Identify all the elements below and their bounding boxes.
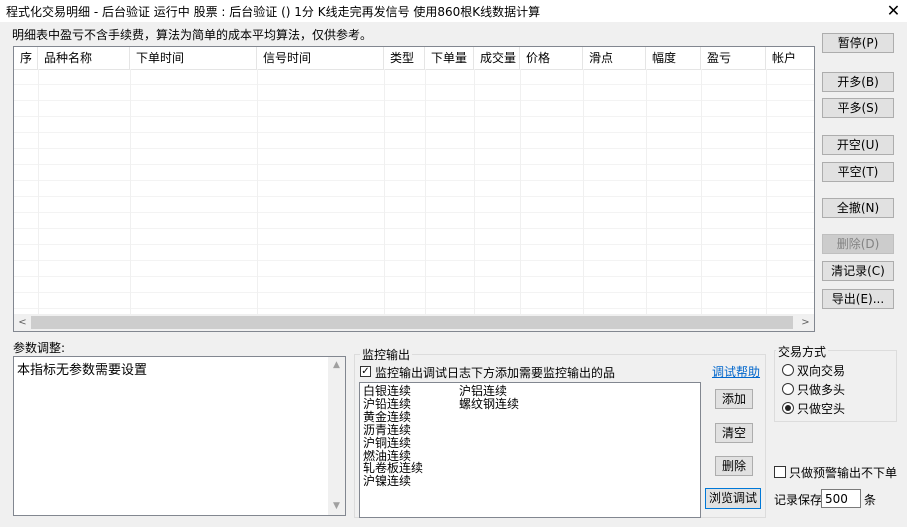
disclaimer-note: 明细表中盈亏不含手续费，算法为简单的成本平均算法，仅供参考。: [12, 28, 373, 42]
symbol-list-column-2: 沪铝连续 螺纹钢连续: [459, 385, 519, 411]
column-header-type[interactable]: 类型: [384, 47, 425, 69]
pause-button[interactable]: 暂停(P): [822, 33, 894, 53]
title-bar: 程式化交易明细 - 后台验证 运行中 股票 : 后台验证 () 1分 K线走完再…: [0, 0, 907, 22]
table-horizontal-scrollbar[interactable]: < >: [14, 314, 814, 331]
radio-short-only-label[interactable]: 只做空头: [797, 400, 845, 417]
alert-only-checkbox[interactable]: [774, 466, 786, 478]
column-divider: [701, 69, 702, 317]
monitor-debug-checkbox-label[interactable]: 监控输出调试日志下方添加需要监控输出的品: [375, 364, 615, 381]
scroll-up-icon[interactable]: ▲: [328, 357, 345, 374]
column-divider: [646, 69, 647, 317]
column-divider: [583, 69, 584, 317]
monitor-output-label: 监控输出: [360, 346, 413, 363]
clear-records-button[interactable]: 清记录(C): [822, 261, 894, 281]
table-header: 序 品种名称 下单时间 信号时间 类型 下单量 成交量 价格 滑点 幅度 盈亏 …: [14, 47, 814, 70]
list-item[interactable]: 沪铝连续: [459, 385, 519, 398]
column-divider: [766, 69, 767, 317]
scrollbar-thumb[interactable]: [31, 316, 793, 329]
radio-short-only[interactable]: [782, 402, 794, 414]
list-item[interactable]: 白银连续: [363, 385, 423, 398]
monitor-debug-checkbox[interactable]: ✓: [360, 366, 371, 377]
radio-long-only-label[interactable]: 只做多头: [797, 381, 845, 398]
column-header-range[interactable]: 幅度: [646, 47, 701, 69]
browse-debug-button[interactable]: 浏览调试: [705, 488, 761, 509]
list-item[interactable]: 螺纹钢连续: [459, 398, 519, 411]
record-keep-input[interactable]: [821, 489, 861, 508]
column-divider: [520, 69, 521, 317]
column-header-signal-time[interactable]: 信号时间: [257, 47, 384, 69]
clear-symbols-button[interactable]: 清空: [715, 423, 753, 443]
column-header-account[interactable]: 帐户: [766, 47, 814, 69]
column-header-order-qty[interactable]: 下单量: [425, 47, 474, 69]
trade-detail-table[interactable]: 序 品种名称 下单时间 信号时间 类型 下单量 成交量 价格 滑点 幅度 盈亏 …: [13, 46, 815, 332]
column-header-filled-qty[interactable]: 成交量: [474, 47, 520, 69]
radio-two-way[interactable]: [782, 364, 794, 376]
list-item[interactable]: 沪铅连续: [363, 398, 423, 411]
params-vertical-scrollbar[interactable]: ▲ ▼: [328, 357, 345, 515]
monitor-symbol-list[interactable]: 白银连续 沪铅连续 黄金连续 沥青连续 沪铜连续 燃油连续 轧卷板连续 沪镍连续…: [359, 382, 701, 518]
alert-only-label[interactable]: 只做预警输出不下单: [789, 464, 897, 481]
column-header-pnl[interactable]: 盈亏: [701, 47, 766, 69]
close-short-button[interactable]: 平空(T): [822, 162, 894, 182]
column-divider: [257, 69, 258, 317]
scroll-down-icon[interactable]: ▼: [328, 498, 345, 515]
list-item[interactable]: 沥青连续: [363, 423, 423, 437]
delete-button[interactable]: 删除(D): [822, 234, 894, 254]
params-label: 参数调整:: [13, 341, 66, 355]
params-text: 本指标无参数需要设置: [17, 363, 148, 378]
params-textarea[interactable]: 本指标无参数需要设置 ▲ ▼: [13, 356, 346, 516]
trade-mode-label: 交易方式: [776, 343, 829, 360]
list-item[interactable]: 沪铜连续: [363, 436, 423, 450]
add-symbol-button[interactable]: 添加: [715, 389, 753, 409]
close-icon[interactable]: ✕: [880, 0, 907, 22]
open-short-button[interactable]: 开空(U): [822, 135, 894, 155]
column-divider: [130, 69, 131, 317]
scroll-right-icon[interactable]: >: [797, 314, 814, 331]
debug-help-link[interactable]: 调试帮助: [712, 363, 760, 380]
column-divider: [384, 69, 385, 317]
window-title: 程式化交易明细 - 后台验证 运行中 股票 : 后台验证 () 1分 K线走完再…: [6, 5, 541, 19]
record-keep-label: 记录保存: [774, 493, 823, 507]
column-header-order-time[interactable]: 下单时间: [130, 47, 257, 69]
cancel-all-button[interactable]: 全撤(N): [822, 198, 894, 218]
column-header-name[interactable]: 品种名称: [38, 47, 130, 69]
column-header-price[interactable]: 价格: [520, 47, 583, 69]
symbol-list-column-1: 白银连续 沪铅连续 黄金连续 沥青连续 沪铜连续 燃油连续 轧卷板连续 沪镍连续: [363, 385, 423, 488]
table-body: [14, 69, 814, 317]
record-keep-unit: 条: [864, 493, 877, 507]
export-button[interactable]: 导出(E)...: [822, 289, 894, 309]
open-long-button[interactable]: 开多(B): [822, 72, 894, 92]
column-divider: [38, 69, 39, 317]
column-header-index[interactable]: 序: [14, 47, 38, 69]
column-header-slippage[interactable]: 滑点: [583, 47, 646, 69]
remove-symbol-button[interactable]: 删除: [715, 456, 753, 476]
list-item[interactable]: 黄金连续: [363, 410, 423, 424]
list-item[interactable]: 沪镍连续: [363, 475, 423, 488]
radio-two-way-label[interactable]: 双向交易: [797, 362, 845, 379]
scroll-left-icon[interactable]: <: [14, 314, 31, 331]
column-divider: [474, 69, 475, 317]
column-divider: [425, 69, 426, 317]
close-long-button[interactable]: 平多(S): [822, 98, 894, 118]
radio-long-only[interactable]: [782, 383, 794, 395]
